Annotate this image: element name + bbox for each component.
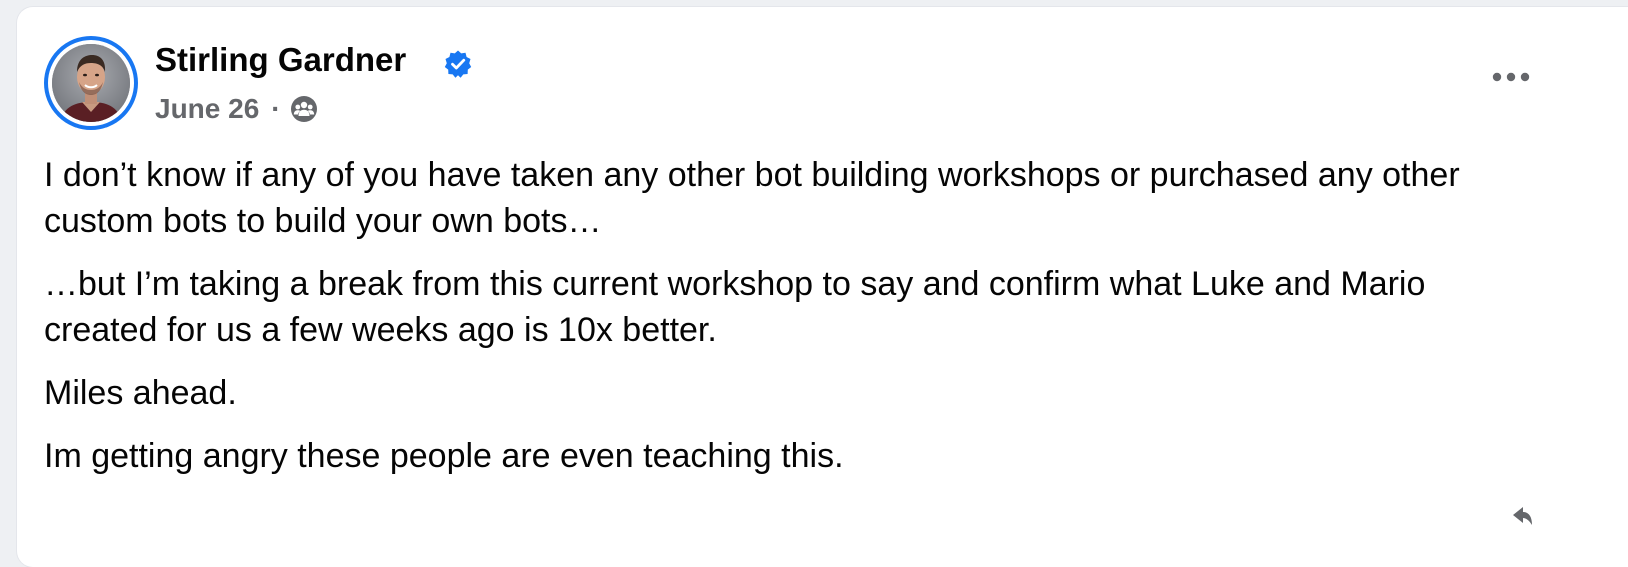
avatar[interactable] bbox=[52, 44, 130, 122]
post-date[interactable]: June 26 bbox=[155, 93, 259, 125]
avatar-ring[interactable] bbox=[44, 36, 138, 130]
verified-badge-icon bbox=[444, 50, 472, 78]
group-audience-icon[interactable] bbox=[289, 94, 319, 124]
post-meta: June 26 · bbox=[155, 91, 319, 127]
paragraph-1-line-2: custom bots to build your own bots… bbox=[44, 202, 602, 240]
meta-separator: · bbox=[271, 93, 281, 124]
avatar-photo bbox=[52, 44, 130, 122]
more-options-icon bbox=[1492, 72, 1530, 82]
post-paragraph-2: …but I’m taking a break from this curren… bbox=[44, 261, 1604, 353]
post-paragraph-3: Miles ahead. bbox=[44, 374, 237, 412]
post-paragraph-4: Im getting angry these people are even t… bbox=[44, 437, 844, 475]
post-body: I don’t know if any of you have taken an… bbox=[44, 152, 1604, 496]
author-name[interactable]: Stirling Gardner bbox=[155, 41, 406, 79]
paragraph-1-line-1: I don’t know if any of you have taken an… bbox=[44, 156, 1460, 194]
paragraph-2-line-1: …but I’m taking a break from this curren… bbox=[44, 265, 1426, 303]
more-options-button[interactable] bbox=[1483, 57, 1539, 97]
paragraph-2-line-2: created for us a few weeks ago is 10x be… bbox=[44, 311, 717, 349]
post-paragraph-1: I don’t know if any of you have taken an… bbox=[44, 152, 1604, 244]
post-card: Stirling Gardner June 26 · I don’t know … bbox=[17, 7, 1628, 567]
